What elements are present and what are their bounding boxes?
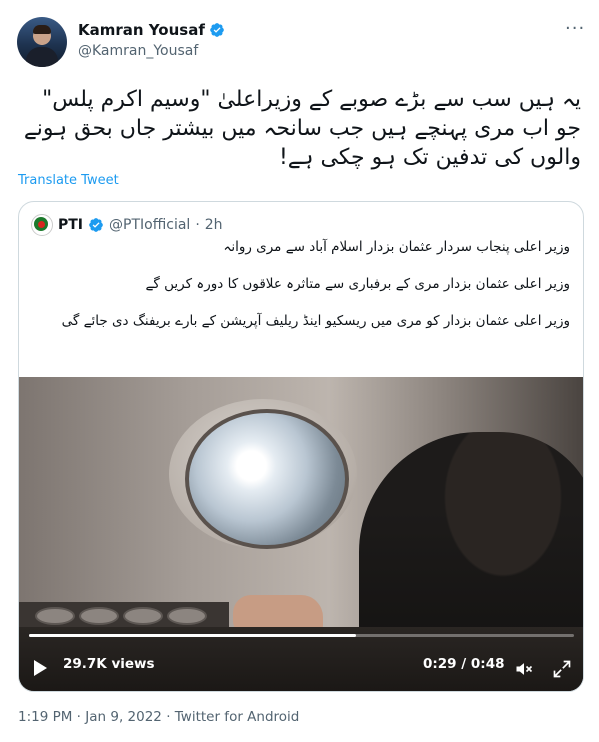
quoted-author-name: PTI	[58, 217, 84, 233]
play-icon[interactable]	[34, 660, 47, 676]
tweet-footer-meta[interactable]: 1:19 PM · Jan 9, 2022 · Twitter for Andr…	[18, 709, 299, 725]
more-options-icon[interactable]: ···	[565, 20, 585, 42]
quoted-paragraph: وزیر اعلی عثمان بزدار کو مری میں ریسکیو …	[61, 313, 570, 329]
tweet-text: یہ ہیں سب سے بڑے صوبے کے وزیراعلیٰ "وسیم…	[23, 87, 581, 170]
quoted-tweet-text: وزیر اعلی پنجاب سردار عثمان بزدار اسلام …	[50, 237, 570, 348]
video-progress-fill	[29, 634, 356, 637]
cup-holder	[79, 607, 119, 625]
avatar-logo-center	[38, 221, 45, 228]
mute-icon[interactable]	[514, 659, 534, 679]
quoted-avatar	[31, 214, 53, 236]
aircraft-porthole	[185, 409, 349, 549]
meta-separator: ·	[195, 217, 200, 233]
video-player[interactable]: 29.7K views 0:29 / 0:48	[19, 377, 583, 691]
avatar-suit	[26, 47, 58, 67]
verified-badge-icon	[210, 23, 224, 37]
author-name-row[interactable]: Kamran Yousaf	[78, 21, 225, 39]
quoted-paragraph: وزیر اعلی عثمان بزدار مری کے برفباری سے …	[145, 276, 570, 292]
quoted-tweet[interactable]: PTI @PTIofficial · 2h وزیر اعلی پنجاب سر…	[18, 201, 584, 692]
verified-badge-icon	[89, 218, 103, 232]
video-views: 29.7K views	[63, 656, 155, 672]
quoted-author-handle: @PTIofficial	[109, 217, 191, 233]
quoted-paragraph: وزیر اعلی پنجاب سردار عثمان بزدار اسلام …	[223, 239, 570, 255]
cup-holder	[167, 607, 207, 625]
fullscreen-icon[interactable]	[552, 659, 572, 679]
video-time: 0:29 / 0:48	[423, 656, 505, 672]
quoted-tweet-header: PTI @PTIofficial · 2h	[31, 214, 223, 236]
avatar-hair	[33, 25, 51, 34]
quoted-timestamp: 2h	[204, 217, 223, 233]
author-name[interactable]: Kamran Yousaf	[78, 21, 205, 39]
cup-holder	[35, 607, 75, 625]
author-avatar[interactable]	[17, 17, 67, 67]
translate-tweet-link[interactable]: Translate Tweet	[18, 173, 119, 188]
video-progress-bar[interactable]	[29, 634, 574, 637]
cup-holder	[123, 607, 163, 625]
author-handle[interactable]: @Kamran_Yousaf	[78, 43, 198, 59]
